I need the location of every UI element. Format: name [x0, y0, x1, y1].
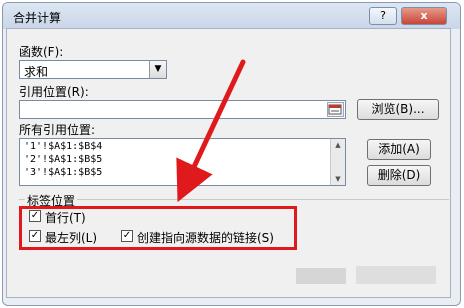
annotation-arrow-icon — [176, 59, 246, 203]
